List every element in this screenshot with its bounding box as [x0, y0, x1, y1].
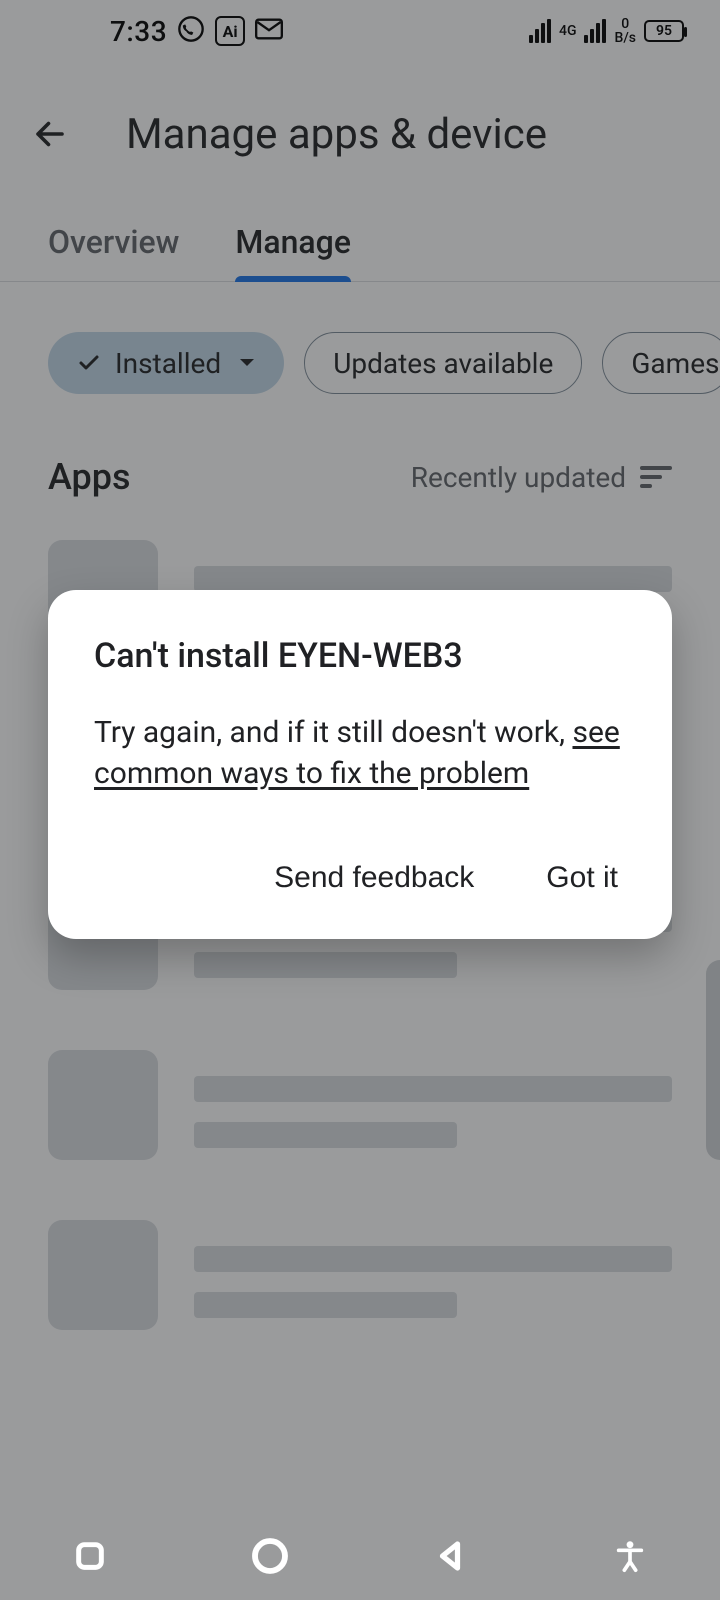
person-icon — [613, 1539, 647, 1573]
dialog-body-text: Try again, and if it still doesn't work, — [94, 715, 572, 750]
system-navbar — [0, 1512, 720, 1600]
square-icon — [73, 1539, 107, 1573]
nav-recent-button[interactable] — [64, 1530, 116, 1582]
send-feedback-button[interactable]: Send feedback — [266, 851, 482, 905]
nav-back-button[interactable] — [424, 1530, 476, 1582]
dialog-body: Try again, and if it still doesn't work,… — [94, 712, 626, 795]
circle-icon — [250, 1536, 290, 1576]
screen: 7:33 Ai 4G 0 B/s 95 Manage apps & — [0, 0, 720, 1600]
nav-accessibility-button[interactable] — [604, 1530, 656, 1582]
triangle-back-icon — [432, 1538, 468, 1574]
error-dialog: Can't install EYEN-WEB3 Try again, and i… — [48, 590, 672, 939]
dialog-title: Can't install EYEN-WEB3 — [94, 636, 626, 676]
nav-home-button[interactable] — [244, 1530, 296, 1582]
dialog-actions: Send feedback Got it — [94, 851, 626, 905]
got-it-button[interactable]: Got it — [538, 851, 626, 905]
